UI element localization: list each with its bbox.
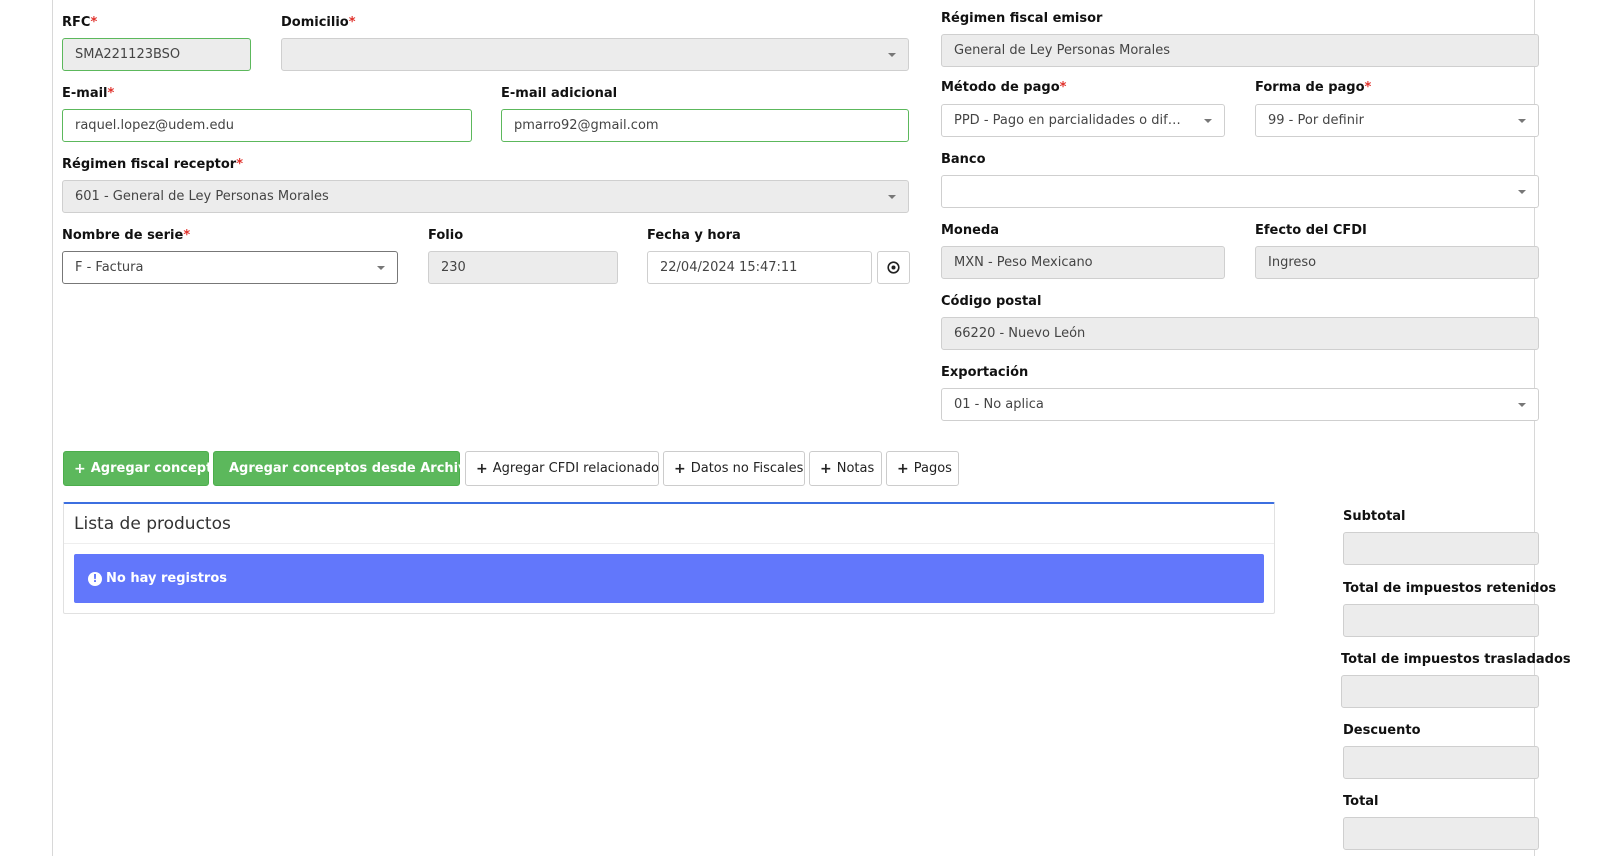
- agregar-cfdi-button[interactable]: + Agregar CFDI relacionado: [465, 451, 659, 486]
- metodo-pago-select[interactable]: PPD - Pago en parcialidades o diferido: [941, 104, 1225, 137]
- exportacion-select[interactable]: 01 - No aplica: [941, 388, 1539, 421]
- regimen-receptor-select[interactable]: 601 - General de Ley Personas Morales: [62, 180, 909, 213]
- lista-productos-panel: Lista de productos ! No hay registros: [63, 502, 1275, 614]
- empty-alert: ! No hay registros: [74, 554, 1264, 603]
- chevron-down-icon: [1518, 402, 1526, 407]
- retenidos-label: Total de impuestos retenidos: [1343, 581, 1557, 596]
- agregar-concepto-button[interactable]: + Agregar concepto: [63, 451, 221, 486]
- domicilio-label: Domicilio*: [281, 15, 356, 30]
- moneda-label: Moneda: [941, 223, 1000, 238]
- email-adicional-label: E-mail adicional: [501, 86, 618, 101]
- chevron-down-icon: [1518, 118, 1526, 123]
- rfc-field[interactable]: [62, 38, 251, 71]
- trasladados-label: Total de impuestos trasladados: [1341, 652, 1571, 667]
- clock-icon: [887, 261, 900, 274]
- chevron-down-icon: [888, 194, 896, 199]
- agregar-archivo-button[interactable]: Agregar conceptos desde Archivo: [213, 451, 476, 486]
- chevron-down-icon: [1204, 118, 1212, 123]
- plus-icon: +: [897, 460, 909, 477]
- notas-button[interactable]: + Notas: [809, 451, 882, 486]
- descuento-label: Descuento: [1343, 723, 1421, 738]
- plus-icon: +: [74, 460, 86, 477]
- plus-icon: +: [476, 460, 488, 477]
- email-field[interactable]: [62, 109, 472, 142]
- nombre-serie-label: Nombre de serie*: [62, 228, 191, 243]
- banco-label: Banco: [941, 152, 986, 167]
- retenidos-field: [1343, 604, 1539, 637]
- fecha-hora-field[interactable]: [647, 251, 872, 284]
- fecha-hora-label: Fecha y hora: [647, 228, 741, 243]
- folio-label: Folio: [428, 228, 464, 243]
- forma-pago-select[interactable]: 99 - Por definir: [1255, 104, 1539, 137]
- regimen-emisor-field: General de Ley Personas Morales: [941, 34, 1539, 67]
- moneda-field: MXN - Peso Mexicano: [941, 246, 1225, 279]
- pagos-button[interactable]: + Pagos: [886, 451, 959, 486]
- folio-field[interactable]: [428, 251, 618, 284]
- codigo-postal-label: Código postal: [941, 294, 1042, 309]
- exportacion-label: Exportación: [941, 365, 1029, 380]
- regimen-emisor-label: Régimen fiscal emisor: [941, 11, 1103, 26]
- efecto-label: Efecto del CFDI: [1255, 223, 1367, 238]
- panel-divider: [64, 543, 1274, 544]
- plus-icon: +: [820, 460, 832, 477]
- panel-title: Lista de productos: [74, 514, 231, 534]
- email-label: E-mail*: [62, 86, 115, 101]
- total-field: [1343, 817, 1539, 850]
- chevron-down-icon: [377, 265, 385, 270]
- trasladados-field: [1341, 675, 1539, 708]
- datos-no-fiscales-button[interactable]: + Datos no Fiscales: [663, 451, 805, 486]
- email-adicional-field[interactable]: [501, 109, 909, 142]
- info-icon: !: [88, 571, 102, 586]
- metodo-pago-label: Método de pago*: [941, 80, 1067, 95]
- descuento-field: [1343, 746, 1539, 779]
- datetime-picker-button[interactable]: [877, 251, 910, 284]
- total-label: Total: [1343, 794, 1379, 809]
- domicilio-select[interactable]: [281, 38, 909, 71]
- chevron-down-icon: [1518, 189, 1526, 194]
- plus-icon: +: [674, 460, 686, 477]
- regimen-receptor-label: Régimen fiscal receptor*: [62, 157, 243, 172]
- efecto-field: Ingreso: [1255, 246, 1539, 279]
- subtotal-field: [1343, 532, 1539, 565]
- banco-select[interactable]: [941, 175, 1539, 208]
- nombre-serie-select[interactable]: F - Factura: [62, 251, 398, 284]
- codigo-postal-field: 66220 - Nuevo León: [941, 317, 1539, 350]
- chevron-down-icon: [888, 52, 896, 57]
- subtotal-label: Subtotal: [1343, 509, 1406, 524]
- forma-pago-label: Forma de pago*: [1255, 80, 1372, 95]
- rfc-label: RFC*: [62, 15, 98, 30]
